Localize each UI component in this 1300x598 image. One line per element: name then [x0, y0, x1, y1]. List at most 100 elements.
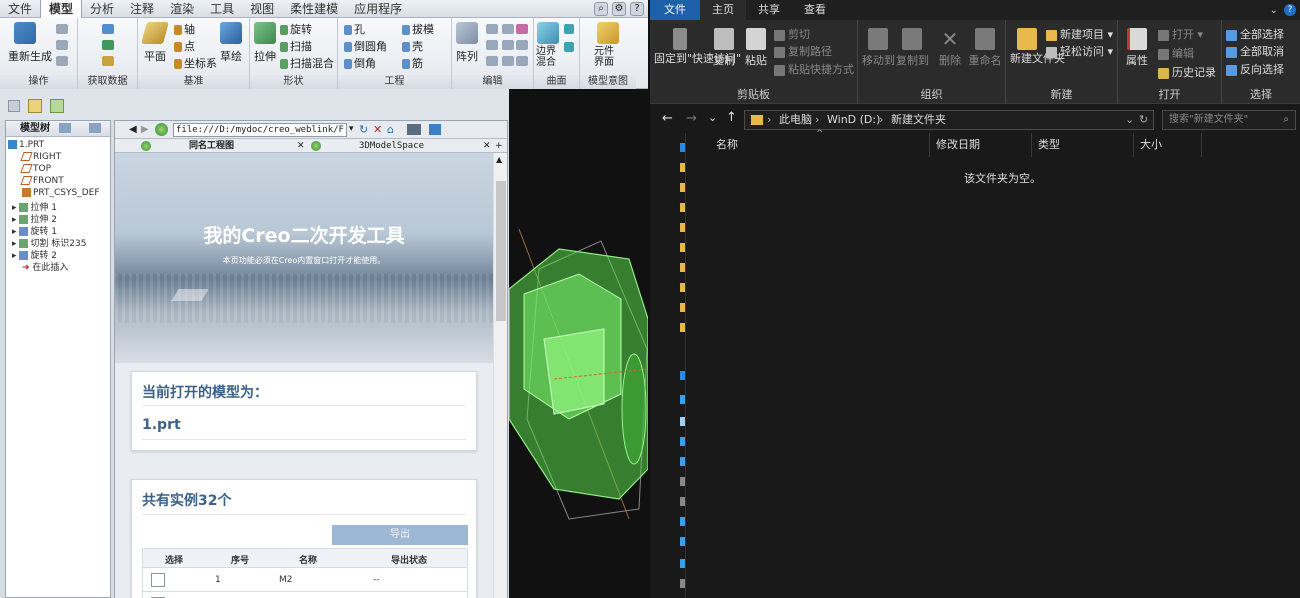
- draft-button[interactable]: 拔模: [402, 21, 434, 37]
- paste-button[interactable]: 粘贴: [740, 28, 772, 68]
- expand-ribbon-icon[interactable]: ⌄: [1270, 5, 1278, 16]
- forward-icon[interactable]: ▶: [141, 124, 149, 135]
- copy-button[interactable]: 复制: [708, 28, 740, 68]
- tree-settings-icon[interactable]: [59, 123, 72, 133]
- drive-icon[interactable]: [680, 437, 685, 446]
- export-button[interactable]: 导出: [332, 525, 468, 545]
- stop-icon[interactable]: ✕: [373, 123, 382, 136]
- folder-browser-tab-icon[interactable]: [28, 99, 42, 113]
- pin-quick-access-button[interactable]: 固定到"快速访问": [654, 28, 741, 65]
- group-label[interactable]: 工程: [338, 75, 451, 89]
- folder-icon[interactable]: [680, 183, 685, 192]
- back-icon[interactable]: ◀: [129, 124, 137, 135]
- help-icon[interactable]: ?: [630, 1, 644, 16]
- rib-button[interactable]: 筋: [402, 55, 423, 71]
- copy-geometry-icon[interactable]: [102, 40, 114, 50]
- tree-item-part[interactable]: 1.PRT: [8, 140, 44, 150]
- group-label[interactable]: 曲面: [534, 75, 579, 89]
- paste-shortcut-button[interactable]: 粘贴快捷方式: [774, 61, 854, 77]
- paste-icon[interactable]: [56, 40, 68, 50]
- column-size[interactable]: 大小: [1134, 133, 1202, 157]
- merge-surface-icon[interactable]: [486, 56, 498, 66]
- menu-file[interactable]: 文件: [0, 0, 40, 18]
- address-dropdown-icon[interactable]: ▾: [349, 124, 354, 134]
- group-label[interactable]: 基准: [138, 75, 249, 89]
- network-icon[interactable]: [680, 579, 685, 588]
- new-tab-icon[interactable]: +: [495, 139, 503, 153]
- axis-button[interactable]: 轴: [174, 21, 195, 37]
- tree-item-front[interactable]: FRONT: [20, 176, 64, 186]
- search-input[interactable]: 搜索"新建文件夹" ⌕: [1162, 110, 1296, 130]
- folder-icon[interactable]: [680, 323, 685, 332]
- path-folder[interactable]: 新建文件夹: [891, 111, 946, 129]
- refresh-icon[interactable]: ↻: [1139, 111, 1148, 129]
- onedrive-icon[interactable]: [680, 371, 685, 380]
- tree-filter-icon[interactable]: [88, 123, 101, 133]
- intersect-icon[interactable]: [516, 24, 528, 34]
- delete-icon[interactable]: [56, 56, 68, 66]
- column-date[interactable]: 修改日期: [930, 133, 1032, 157]
- drive-icon[interactable]: [680, 477, 685, 486]
- tab-view[interactable]: 查看: [792, 0, 838, 20]
- row-checkbox[interactable]: [151, 573, 165, 587]
- copy-icon[interactable]: [56, 24, 68, 34]
- cut-button[interactable]: 剪切: [774, 26, 810, 42]
- folder-icon[interactable]: [680, 223, 685, 232]
- offset-icon[interactable]: [502, 40, 514, 50]
- group-label[interactable]: 编辑: [452, 75, 533, 89]
- tree-item-top[interactable]: TOP: [20, 164, 51, 174]
- menu-analysis[interactable]: 分析: [82, 0, 122, 18]
- new-folder-button[interactable]: 新建文件夹: [1010, 28, 1065, 65]
- plane-button[interactable]: 平面: [144, 48, 166, 64]
- graphics-area[interactable]: [509, 89, 648, 598]
- menu-model[interactable]: 模型: [40, 0, 83, 18]
- address-input[interactable]: file:///D:/mydoc/creo_weblink/F: [173, 123, 347, 137]
- select-all-button[interactable]: 全部选择: [1226, 26, 1284, 42]
- folder-icon[interactable]: [680, 303, 685, 312]
- boundary-blend-button[interactable]: 边界混合: [536, 46, 564, 68]
- back-arrow-icon[interactable]: ←: [662, 111, 673, 126]
- fill-icon[interactable]: [564, 24, 574, 34]
- new-item-button[interactable]: 新建项目 ▾: [1046, 26, 1113, 42]
- up-arrow-icon[interactable]: ↑: [726, 110, 737, 125]
- component-interface-button[interactable]: 元件界面: [594, 46, 622, 68]
- select-none-button[interactable]: 全部取消: [1226, 43, 1284, 59]
- project-icon[interactable]: [516, 56, 528, 66]
- swept-blend-button[interactable]: 扫描混合: [280, 55, 334, 71]
- search-icon[interactable]: ⌕: [594, 1, 608, 16]
- forward-arrow-icon[interactable]: →: [686, 111, 697, 126]
- menu-flexible[interactable]: 柔性建模: [282, 0, 346, 18]
- web-scrollbar[interactable]: ▲: [493, 153, 507, 598]
- menu-render[interactable]: 渲染: [162, 0, 202, 18]
- settings-icon[interactable]: ⚙: [612, 1, 626, 16]
- drive-icon[interactable]: [680, 497, 685, 506]
- pattern-button[interactable]: 阵列: [456, 48, 478, 64]
- easy-access-button[interactable]: 轻松访问 ▾: [1046, 43, 1113, 59]
- trim-icon[interactable]: [502, 24, 514, 34]
- extrude-button[interactable]: 拉伸: [254, 48, 276, 64]
- tab-share[interactable]: 共享: [746, 0, 792, 20]
- browser-globe-icon[interactable]: [155, 123, 168, 136]
- drive-icon[interactable]: [680, 457, 685, 466]
- path-dropdown-icon[interactable]: ⌄: [1125, 111, 1134, 129]
- sweep-button[interactable]: 扫描: [280, 38, 312, 54]
- chamfer-button[interactable]: 倒角: [344, 55, 376, 71]
- this-pc-icon[interactable]: [680, 395, 685, 404]
- path-this-pc[interactable]: 此电脑: [779, 111, 812, 129]
- tab-home[interactable]: 主页: [700, 0, 746, 20]
- folder-icon[interactable]: [680, 163, 685, 172]
- model-tree-title[interactable]: 模型树: [20, 123, 50, 134]
- open-button[interactable]: 打开 ▾: [1158, 26, 1203, 42]
- invert-selection-button[interactable]: 反向选择: [1226, 61, 1284, 77]
- history-button[interactable]: 历史记录: [1158, 64, 1216, 80]
- rename-button[interactable]: 重命名: [968, 28, 1002, 68]
- hole-button[interactable]: 孔: [344, 21, 365, 37]
- user-defined-feature-icon[interactable]: [102, 24, 114, 34]
- extend-icon[interactable]: [486, 40, 498, 50]
- close-tab-icon[interactable]: ✕: [297, 139, 305, 153]
- tree-item-insert-here[interactable]: ➜ 在此插入: [22, 260, 68, 273]
- tree-item-csys[interactable]: PRT_CSYS_DEF: [22, 188, 100, 198]
- mirror-icon[interactable]: [486, 24, 498, 34]
- move-to-button[interactable]: 移动到: [862, 28, 895, 68]
- menu-view[interactable]: 视图: [242, 0, 282, 18]
